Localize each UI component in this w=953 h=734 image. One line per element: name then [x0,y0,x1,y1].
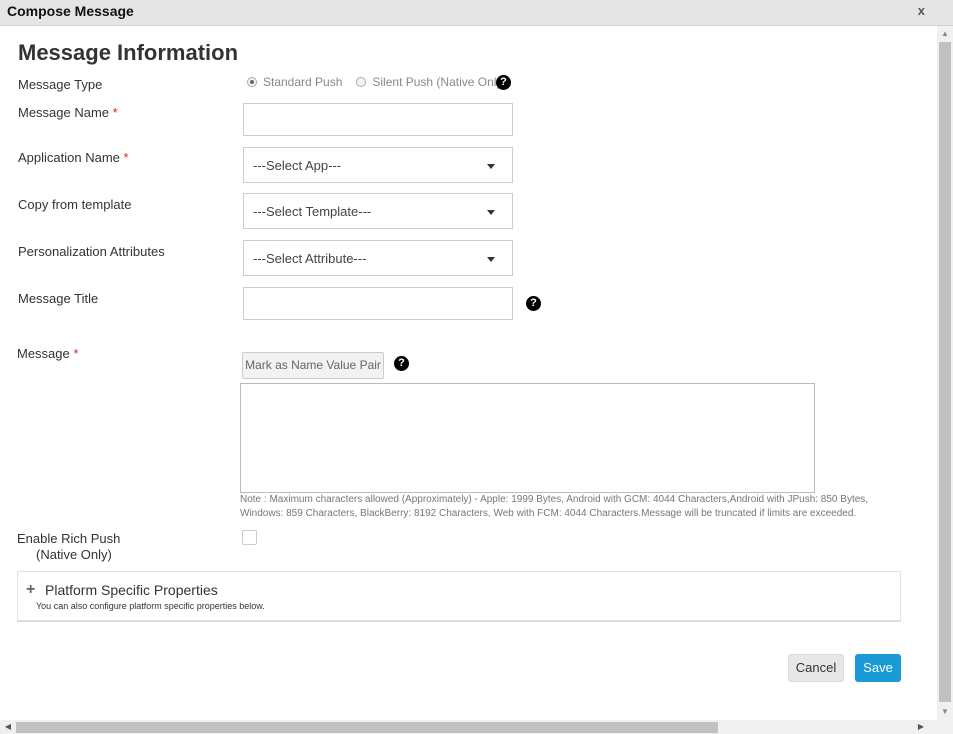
application-name-select-value: ---Select App--- [253,158,342,173]
application-name-select[interactable]: ---Select App--- [243,147,513,183]
platform-properties-panel[interactable]: + Platform Specific Properties You can a… [17,571,901,622]
silent-push-radio[interactable] [356,77,367,87]
platform-properties-subtitle: You can also configure platform specific… [36,601,265,611]
plus-icon[interactable]: + [26,581,35,599]
vertical-scrollbar[interactable]: ▲ ▼ [937,26,953,720]
rich-push-sublabel: (Native Only) [36,547,112,562]
vertical-scroll-thumb[interactable] [939,42,951,702]
message-name-label-text: Message Name [18,105,110,120]
copy-template-select-value: ---Select Template--- [253,204,372,219]
save-button[interactable]: Save [855,654,901,682]
horizontal-scroll-thumb[interactable] [16,722,718,733]
required-mark: * [112,105,118,120]
message-textarea[interactable] [240,383,815,493]
application-name-label: Application Name * [18,150,129,165]
message-type-radio-group: Standard Push Silent Push (Native Only) [247,75,520,89]
chevron-down-icon [487,257,495,262]
platform-properties-title[interactable]: Platform Specific Properties [45,582,218,598]
standard-push-radio[interactable] [247,77,257,87]
chevron-down-icon [487,164,495,169]
message-limit-note-line: Note : Maximum characters allowed (Appro… [240,494,869,505]
enable-rich-push-checkbox[interactable] [242,530,257,545]
message-label: Message * [17,346,78,361]
page-title: Message Information [18,40,239,65]
copy-template-label: Copy from template [18,197,132,212]
application-name-label-text: Application Name [18,150,120,165]
chevron-down-icon [487,210,495,215]
message-limit-note: Note : Maximum characters allowed (Appro… [240,493,890,521]
message-title-label: Message Title [18,291,99,306]
message-type-label: Message Type [18,77,103,92]
personalization-label: Personalization Attributes [18,244,165,259]
scroll-left-icon[interactable]: ◀ [0,720,16,734]
personalization-select-value: ---Select Attribute--- [253,251,367,266]
message-label-text: Message [17,346,70,361]
scroll-down-icon[interactable]: ▼ [937,704,953,720]
mark-name-value-pair-button[interactable]: Mark as Name Value Pair [242,352,384,379]
scroll-right-icon[interactable]: ▶ [913,720,929,734]
personalization-select[interactable]: ---Select Attribute--- [243,240,513,276]
horizontal-scrollbar[interactable]: ◀ ▶ [0,720,937,734]
required-mark: * [73,346,79,361]
dialog-titlebar: Compose Message x [0,0,953,26]
message-help-icon[interactable]: ? [394,356,409,371]
dialog-title: Compose Message [7,3,134,19]
scroll-up-icon[interactable]: ▲ [937,26,953,42]
message-title-help-icon[interactable]: ? [526,296,541,311]
standard-push-label[interactable]: Standard Push [263,75,342,89]
close-icon[interactable]: x [918,3,925,18]
message-type-help-icon[interactable]: ? [496,75,511,90]
copy-template-select[interactable]: ---Select Template--- [243,193,513,229]
message-title-input[interactable] [243,287,513,320]
cancel-button[interactable]: Cancel [788,654,844,682]
rich-push-label: Enable Rich Push [17,531,121,546]
message-limit-note-line: Windows: 859 Characters, BlackBerry: 819… [240,508,857,519]
message-name-label: Message Name * [18,105,118,120]
compose-message-dialog: Compose Message x Message Information Me… [0,0,953,734]
message-name-input[interactable] [243,103,513,136]
required-mark: * [123,150,129,165]
scrollbar-corner [937,720,953,734]
silent-push-label[interactable]: Silent Push (Native Only) [372,75,506,89]
